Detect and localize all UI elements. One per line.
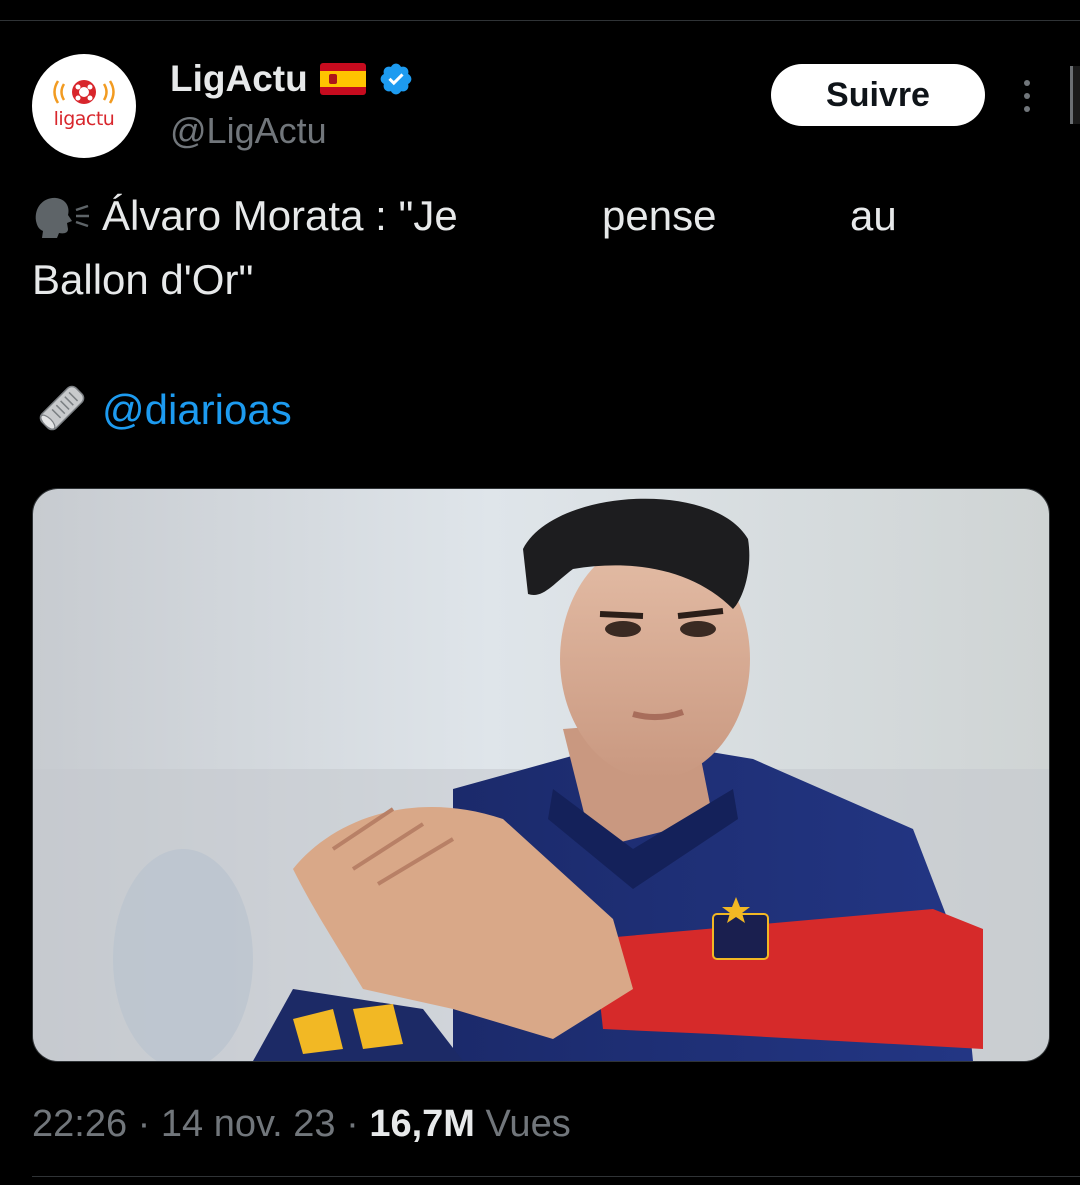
tweet-text-part1: Álvaro Morata : "Je xyxy=(102,192,458,239)
meta-separator: · xyxy=(137,1103,151,1145)
scrollbar[interactable] xyxy=(1070,66,1080,124)
speaking-head-icon xyxy=(35,197,89,238)
tweet-text-line2: Ballon d'Or" xyxy=(32,256,254,303)
tweet-photo[interactable] xyxy=(32,488,1050,1062)
verified-badge-icon xyxy=(380,63,412,95)
views-label: Vues xyxy=(485,1103,571,1145)
avatar[interactable]: ligactu xyxy=(32,54,136,158)
top-divider xyxy=(0,20,1080,21)
tweet-text-part3: au xyxy=(850,192,897,239)
tweet-time[interactable]: 22:26 xyxy=(32,1103,127,1145)
display-name[interactable]: LigActu xyxy=(170,58,308,100)
avatar-text: ligactu xyxy=(53,108,115,130)
views-count[interactable]: 16,7M xyxy=(369,1103,475,1145)
mention-link[interactable]: @diarioas xyxy=(102,382,292,438)
rolled-newspaper-icon xyxy=(39,385,85,431)
bottom-divider xyxy=(32,1176,1080,1177)
user-handle[interactable]: @LigActu xyxy=(170,110,327,152)
photo-player-image xyxy=(33,489,1049,1061)
spain-flag-icon xyxy=(319,63,366,95)
follow-button[interactable]: Suivre xyxy=(771,64,985,126)
tweet-meta: 22:26 · 14 nov. 23 · 16,7M Vues xyxy=(32,1100,571,1148)
display-name-row[interactable]: LigActu xyxy=(170,58,414,100)
meta-separator: · xyxy=(346,1103,359,1145)
tweet-text-part2: pense xyxy=(602,192,717,239)
ligactu-logo-icon xyxy=(53,80,115,104)
more-options-icon[interactable] xyxy=(1010,74,1044,118)
tweet-date[interactable]: 14 nov. 23 xyxy=(161,1103,336,1145)
